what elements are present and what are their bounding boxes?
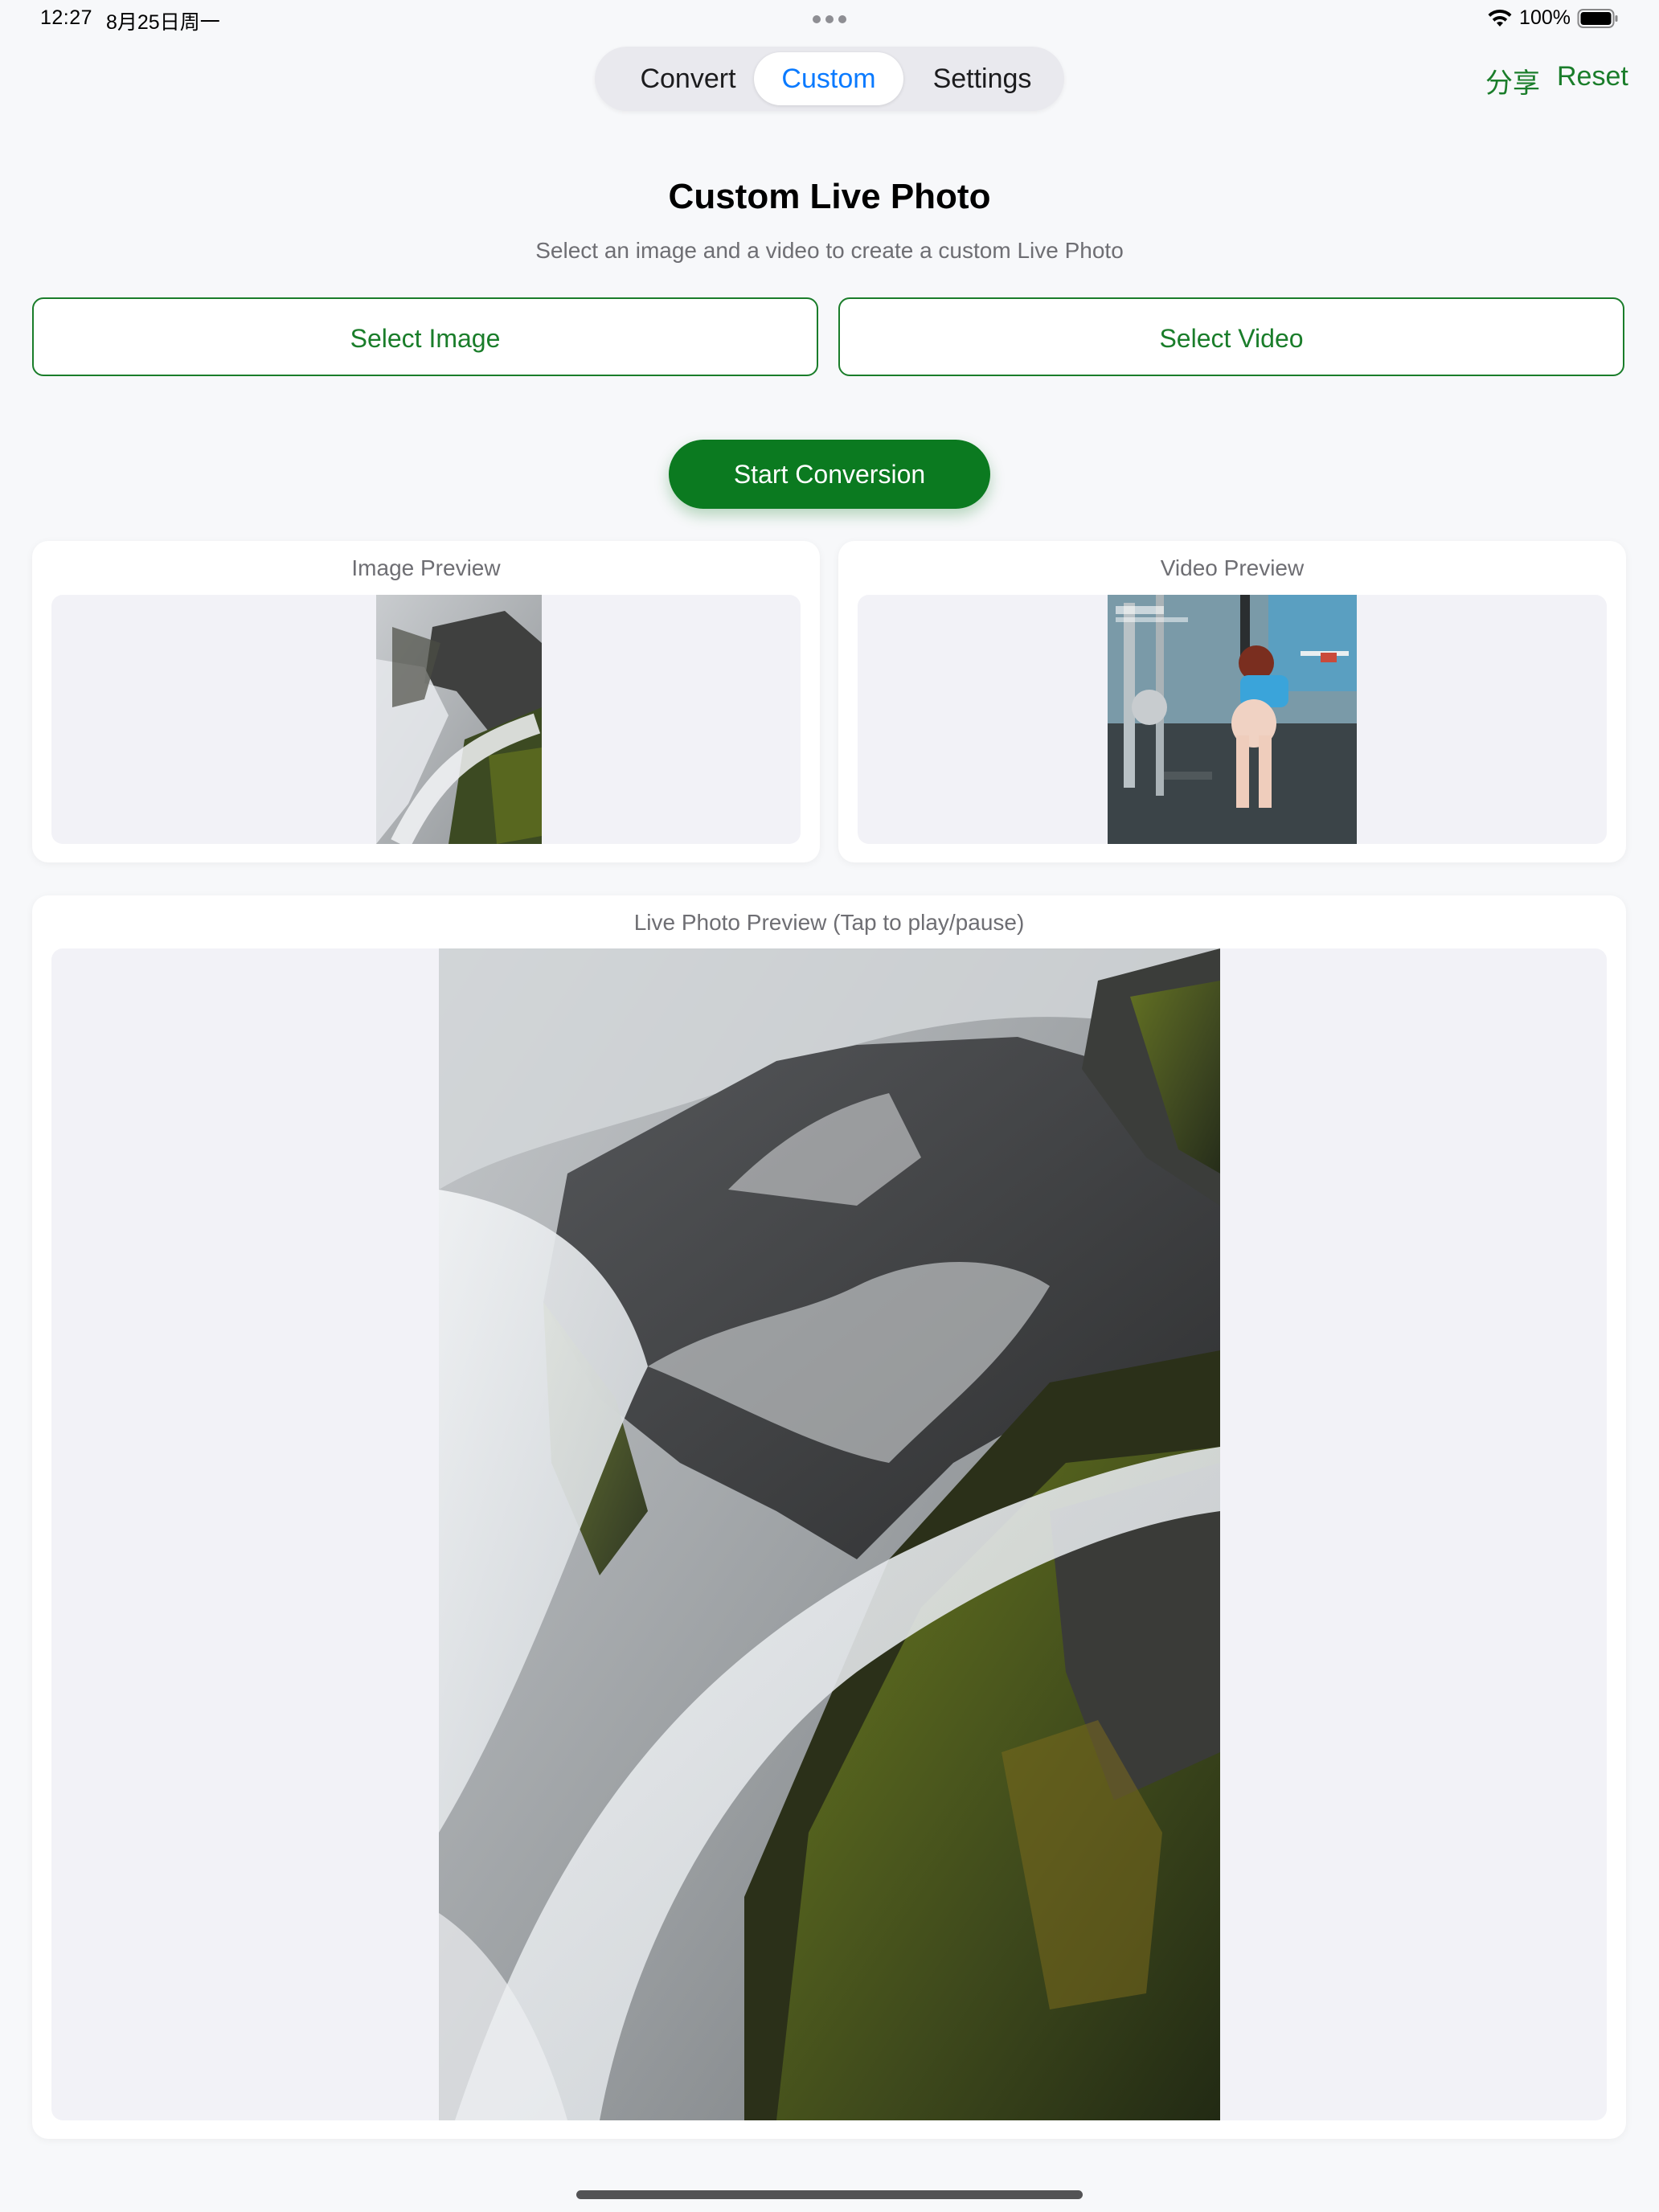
video-preview-label: Video Preview [1160, 555, 1305, 580]
start-conversion-button[interactable]: Start Conversion [669, 440, 990, 509]
live-photo-preview-well [51, 948, 1607, 2120]
live-photo-preview-label: Live Photo Preview (Tap to play/pause) [633, 910, 1025, 935]
page-subtitle: Select an image and a video to create a … [535, 238, 1124, 263]
image-preview-well [51, 595, 801, 844]
video-preview-well [858, 595, 1607, 844]
reset-button[interactable]: Reset [1557, 61, 1628, 92]
tab-convert[interactable]: Convert [612, 52, 764, 105]
tab-settings[interactable]: Settings [903, 52, 1061, 105]
dot [825, 15, 834, 23]
page-title: Custom Live Photo [668, 177, 991, 216]
status-time: 12:27 [40, 6, 93, 29]
live-photo-view[interactable] [439, 948, 1220, 2120]
video-thumbnail [1108, 595, 1357, 844]
status-date: 8月25日周一 [106, 11, 220, 34]
battery-icon [1577, 8, 1618, 28]
home-indicator[interactable] [576, 2190, 1083, 2199]
wifi-icon [1488, 9, 1512, 27]
select-image-button[interactable]: Select Image [32, 297, 818, 376]
battery-percent: 100% [1519, 6, 1571, 29]
mode-segmented-control: Convert Custom Settings [595, 47, 1064, 111]
live-photo-preview-card: Live Photo Preview (Tap to play/pause) [32, 895, 1626, 2139]
select-video-button[interactable]: Select Video [838, 297, 1624, 376]
dot [838, 15, 846, 23]
status-indicators: 100% [1487, 6, 1619, 30]
video-preview-card: Video Preview [838, 541, 1626, 862]
dot [813, 15, 821, 23]
image-preview-label: Image Preview [351, 555, 501, 580]
image-thumbnail [376, 595, 542, 844]
status-bar: 12:27 8月25日周一 100% [0, 0, 1659, 39]
tab-custom[interactable]: Custom [754, 52, 903, 105]
share-button[interactable]: 分享 [1485, 61, 1540, 100]
image-preview-card: Image Preview [32, 541, 820, 862]
multitask-dots-icon[interactable] [813, 15, 846, 23]
